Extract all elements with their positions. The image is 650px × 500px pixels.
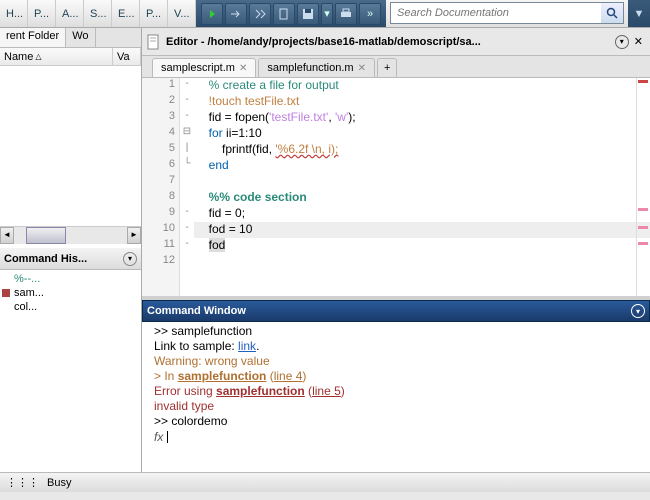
folder-tabstrip: rent Folder Wo xyxy=(0,28,141,48)
close-icon[interactable]: ✕ xyxy=(239,63,247,74)
step-in-button[interactable] xyxy=(249,3,271,25)
tab-workspace[interactable]: Wo xyxy=(66,28,95,47)
menu-item[interactable]: S... xyxy=(84,0,112,27)
menu-item[interactable]: P... xyxy=(28,0,56,27)
new-file-button[interactable] xyxy=(273,3,295,25)
marker-column xyxy=(636,78,650,296)
status-grip-icon: ⋮⋮⋮ xyxy=(6,476,39,489)
history-item[interactable]: sam... xyxy=(2,286,139,300)
current-folder-panel: Name△ Va ◄► xyxy=(0,48,141,248)
status-text: Busy xyxy=(47,477,71,489)
command-window-header[interactable]: Command Window ▾ xyxy=(142,300,650,322)
fx-icon[interactable]: fx xyxy=(154,430,163,444)
tab-samplescript[interactable]: samplescript.m✕ xyxy=(152,58,256,77)
close-icon[interactable]: ✕ xyxy=(631,35,646,49)
tab-current-folder[interactable]: rent Folder xyxy=(0,28,66,47)
command-window[interactable]: >> samplefunction Link to sample: link. … xyxy=(142,322,650,472)
command-history-header[interactable]: Command His... ▾ xyxy=(0,248,141,270)
panel-menu-icon[interactable]: ▾ xyxy=(615,35,629,49)
panel-menu-icon[interactable]: ▾ xyxy=(631,304,645,318)
menu-item[interactable]: P... xyxy=(140,0,168,27)
link[interactable]: link xyxy=(238,339,256,353)
menu-item[interactable]: V... xyxy=(168,0,196,27)
col-value[interactable]: Va xyxy=(113,48,141,65)
print-button[interactable] xyxy=(335,3,357,25)
close-icon[interactable]: ✕ xyxy=(358,63,366,74)
toolbar: ▾ » xyxy=(196,0,386,27)
history-item[interactable]: %--... xyxy=(2,272,139,286)
step-button[interactable] xyxy=(225,3,247,25)
search-box xyxy=(390,2,624,24)
editor-tabs: samplescript.m✕ samplefunction.m✕ + xyxy=(142,56,650,78)
run-button[interactable] xyxy=(201,3,223,25)
editor-body[interactable]: 123456789101112 ---⊟|└--- % create a fil… xyxy=(142,78,650,296)
tab-samplefunction[interactable]: samplefunction.m✕ xyxy=(258,58,375,77)
menu-item[interactable]: H... xyxy=(0,0,28,27)
link-samplefunction[interactable]: samplefunction xyxy=(178,369,267,383)
link-samplefunction[interactable]: samplefunction xyxy=(216,384,305,398)
fold-column[interactable]: ---⊟|└--- xyxy=(180,78,194,296)
search-input[interactable] xyxy=(391,3,601,23)
history-item[interactable]: col... xyxy=(2,300,139,314)
save-button[interactable] xyxy=(297,3,319,25)
menubar: H...P...A...S...E...P...V... ▾ » ▼ xyxy=(0,0,650,28)
new-tab-button[interactable]: + xyxy=(377,58,397,77)
line-gutter: 123456789101112 xyxy=(142,78,180,296)
editor-icon xyxy=(146,34,162,50)
menu-item[interactable]: A... xyxy=(56,0,84,27)
link-line4[interactable]: line 4 xyxy=(274,369,303,383)
more-button[interactable]: » xyxy=(359,3,381,25)
command-history-list: %--...sam...col... xyxy=(0,270,141,472)
layout-dropdown[interactable]: ▼ xyxy=(628,0,650,27)
status-bar: ⋮⋮⋮ Busy xyxy=(0,472,650,492)
search-button[interactable] xyxy=(601,3,623,23)
editor-header: Editor - /home/andy/projects/base16-matl… xyxy=(142,28,650,56)
code-area[interactable]: % create a file for output !touch testFi… xyxy=(194,78,650,296)
menu-item[interactable]: E... xyxy=(112,0,140,27)
link-line5[interactable]: line 5 xyxy=(312,384,341,398)
editor-title: Editor - /home/andy/projects/base16-matl… xyxy=(166,36,615,48)
panel-menu-icon[interactable]: ▾ xyxy=(123,252,137,266)
save-dropdown[interactable]: ▾ xyxy=(321,3,333,25)
col-name[interactable]: Name△ xyxy=(0,48,113,65)
h-scrollbar[interactable]: ◄► xyxy=(0,226,141,244)
